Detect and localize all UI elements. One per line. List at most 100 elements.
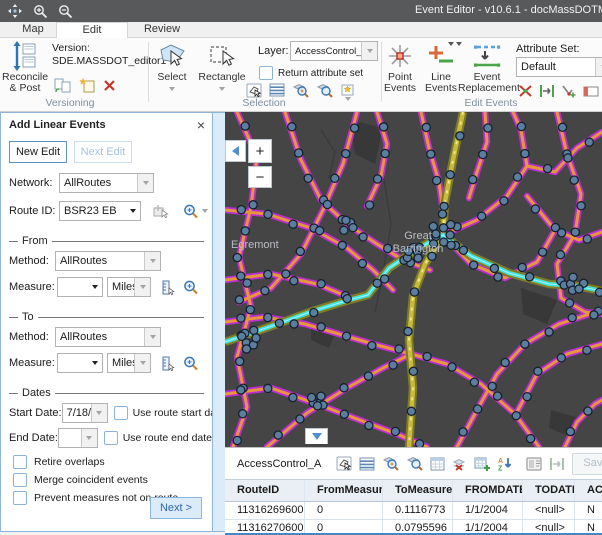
map-zoom-out-button[interactable]: − <box>248 166 272 188</box>
table-row[interactable]: 1131627060000.07955961/1/2004<null>N <box>225 520 602 533</box>
merge-event-icon[interactable] <box>561 84 577 98</box>
option-checkbox[interactable] <box>13 491 27 505</box>
option-checkbox[interactable] <box>13 473 27 487</box>
start-date-row: Start Date: 7/18/ Use route start date <box>9 403 212 423</box>
select-by-polygon-icon[interactable] <box>336 456 352 471</box>
field-calculator-icon[interactable] <box>430 457 445 471</box>
table-header-cell[interactable]: AC <box>575 480 602 501</box>
point-events-icon <box>387 43 413 69</box>
zoom-out-icon[interactable] <box>56 2 74 20</box>
use-route-start-date-checkbox[interactable] <box>114 406 128 420</box>
select-button[interactable]: Select <box>150 40 194 94</box>
chevron-down-icon[interactable] <box>595 58 602 76</box>
app-window: Event Editor - v10.6.1 - docMassDOTM Map… <box>0 0 602 535</box>
measure-ruler-icon[interactable] <box>161 356 175 371</box>
tab-map[interactable]: Map <box>10 22 56 38</box>
rectangle-select-button[interactable]: Rectangle <box>196 40 248 94</box>
use-route-end-date-checkbox[interactable] <box>104 431 118 445</box>
refresh-version-icon[interactable] <box>54 78 71 93</box>
map-view[interactable]: EgremontGreatBarrington + − <box>225 112 602 447</box>
chevron-down-icon[interactable] <box>361 42 377 60</box>
selectable-layers-menu[interactable] <box>340 83 356 101</box>
to-unit-select[interactable]: Miles <box>107 353 151 373</box>
chevron-down-icon[interactable] <box>202 209 208 213</box>
clear-selection-icon[interactable] <box>452 457 467 471</box>
chevron-down-icon[interactable] <box>134 354 150 372</box>
event-attributes-icon[interactable] <box>583 85 599 98</box>
chevron-down-icon[interactable] <box>144 252 160 270</box>
network-select[interactable]: AllRoutes <box>59 173 154 193</box>
dates-section-divider: Dates <box>9 387 204 399</box>
select-route-on-map-icon[interactable] <box>153 204 169 219</box>
pan-icon[interactable] <box>6 2 24 20</box>
zoom-to-layer-icon[interactable] <box>316 83 333 98</box>
table-header-cell[interactable]: TODATE <box>523 480 575 501</box>
line-events-button[interactable]: Line Events <box>420 40 462 94</box>
table-header-cell[interactable]: ToMeasure <box>383 480 453 501</box>
select-by-polygon-icon[interactable] <box>246 83 262 98</box>
add-record-icon[interactable] <box>474 457 490 471</box>
point-events-button[interactable]: Point Events <box>380 40 420 94</box>
map-canvas[interactable]: EgremontGreatBarrington <box>225 112 602 447</box>
panel-scrollbar[interactable] <box>213 112 225 532</box>
chevron-down-icon[interactable] <box>81 429 97 447</box>
chevron-down-icon[interactable] <box>126 209 140 213</box>
zoom-to-measure-icon[interactable] <box>183 356 199 371</box>
collapse-table-button[interactable] <box>305 428 328 444</box>
attribute-table-icon[interactable] <box>269 83 285 97</box>
sort-az-icon[interactable]: AZ <box>497 456 513 471</box>
return-attribute-checkbox[interactable] <box>259 66 273 80</box>
from-unit-select[interactable]: Miles <box>107 277 151 297</box>
pan-to-selection-icon[interactable] <box>406 456 423 471</box>
select-icon <box>159 43 186 70</box>
chevron-down-icon[interactable] <box>219 87 225 91</box>
reconcile-post-button[interactable]: Reconcile & Post <box>2 40 48 94</box>
table-header-cell[interactable]: FROMDATE <box>453 480 523 501</box>
attribute-set-select[interactable]: Default <box>516 57 602 77</box>
close-icon[interactable]: × <box>197 113 205 137</box>
to-method-select[interactable]: AllRoutes <box>55 327 161 347</box>
next-button[interactable]: Next > <box>150 497 202 519</box>
table-cell: 0 <box>305 520 383 533</box>
tab-edit[interactable]: Edit <box>56 22 128 38</box>
table-header-cell[interactable]: FromMeasure <box>305 480 383 501</box>
chevron-down-icon[interactable] <box>88 361 102 365</box>
new-version-icon[interactable] <box>79 78 95 93</box>
start-date-combo[interactable]: 7/18/ <box>62 403 108 423</box>
event-replacement-button[interactable]: Event Replacement <box>458 40 516 94</box>
zoom-to-measure-icon[interactable] <box>183 280 199 295</box>
zoom-to-selection-icon[interactable] <box>292 83 309 98</box>
measure-ruler-icon[interactable] <box>161 280 175 295</box>
zoom-in-icon[interactable] <box>31 2 49 20</box>
map-zoom-in-button[interactable]: + <box>248 139 272 163</box>
attribute-table[interactable]: RouteIDFromMeasureToMeasureFROMDATETODAT… <box>225 479 602 533</box>
route-id-combo[interactable]: BSR23 EB <box>59 201 141 221</box>
table-header-cell[interactable]: RouteID <box>225 480 305 501</box>
zoom-to-route-icon[interactable] <box>183 204 199 219</box>
new-edit-button[interactable]: New Edit <box>9 141 67 163</box>
option-label: Merge coincident events <box>34 474 148 486</box>
tab-review[interactable]: Review <box>128 22 196 38</box>
collapse-panel-button[interactable] <box>225 140 246 162</box>
from-method-row: Method: AllRoutes <box>9 251 212 271</box>
show-card-view-icon[interactable] <box>526 457 542 471</box>
end-date-combo[interactable] <box>58 428 98 448</box>
from-method-select[interactable]: AllRoutes <box>55 251 161 271</box>
table-cell: 0.1116773 <box>383 502 453 519</box>
extend-event-icon[interactable] <box>539 84 555 98</box>
chevron-down-icon[interactable] <box>137 174 153 192</box>
table-row[interactable]: 1131626960000.11167731/1/2004<null>N <box>225 502 602 520</box>
delete-version-icon[interactable] <box>103 79 116 92</box>
attribute-table-icon[interactable] <box>359 457 375 471</box>
chevron-down-icon[interactable] <box>134 278 150 296</box>
chevron-down-icon[interactable] <box>144 328 160 346</box>
chevron-down-icon[interactable] <box>91 404 107 422</box>
zoom-to-selection-icon[interactable] <box>382 456 399 471</box>
from-measure-combo[interactable] <box>57 277 103 297</box>
chevron-down-icon[interactable] <box>88 285 102 289</box>
chevron-down-icon[interactable] <box>169 87 175 91</box>
layer-select[interactable]: AccessControl_A <box>290 41 378 61</box>
to-measure-combo[interactable] <box>57 353 103 373</box>
option-checkbox[interactable] <box>13 455 27 469</box>
split-event-icon[interactable] <box>518 84 533 98</box>
